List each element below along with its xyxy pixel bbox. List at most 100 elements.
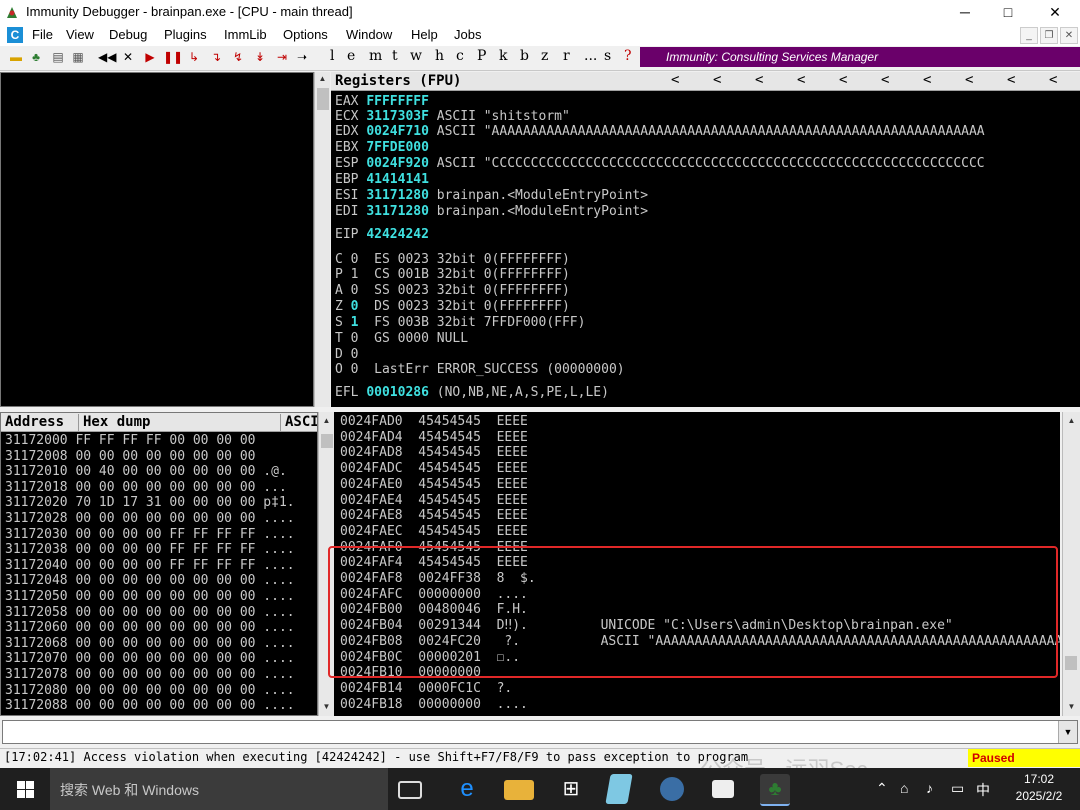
register-row[interactable]: ECX 3117303F ASCII "shitstorm" bbox=[335, 109, 570, 124]
column-ascii[interactable]: ASCI bbox=[281, 414, 317, 431]
trace-over-icon[interactable]: ↡ bbox=[252, 49, 268, 65]
immunity-debugger-taskbar-icon[interactable]: ♣ bbox=[760, 774, 790, 806]
go-to-address-icon[interactable]: ➝ bbox=[294, 49, 310, 65]
restart-icon[interactable]: ◀◀ bbox=[98, 49, 116, 65]
toolbar-breakpoints-button[interactable]: b bbox=[520, 48, 529, 64]
stack-row[interactable]: 0024FB18 00000000 .... bbox=[340, 697, 601, 712]
scroll-down-arrow[interactable]: ▼ bbox=[319, 700, 334, 714]
registers-header[interactable]: Registers (FPU) < < < < < < < < < < bbox=[331, 72, 1080, 91]
scroll-up-arrow[interactable]: ▲ bbox=[1063, 414, 1080, 428]
command-history-dropdown[interactable]: ▼ bbox=[1058, 721, 1077, 743]
toolbar-runtrace-button[interactable]: ... bbox=[584, 48, 597, 64]
hex-dump-pane[interactable]: Address Hex dump ASCI 31172000 FF FF FF … bbox=[0, 412, 318, 716]
mdi-minimize-button[interactable]: _ bbox=[1020, 27, 1038, 44]
file-explorer-icon[interactable] bbox=[504, 780, 534, 800]
toolbar-windows-button[interactable]: w bbox=[410, 48, 422, 64]
scroll-thumb[interactable] bbox=[1065, 656, 1077, 670]
dump-row[interactable]: 31172020 70 1D 17 31 00 00 00 00 p‡1. bbox=[5, 495, 295, 510]
stack-row[interactable]: 0024FAE0 45454545 EEEE bbox=[340, 477, 601, 492]
collapse-arrow-icon[interactable]: < bbox=[797, 72, 805, 88]
step-over-icon[interactable]: ↴ bbox=[208, 49, 224, 65]
dump-row[interactable]: 31172088 00 00 00 00 00 00 00 00 .... bbox=[5, 698, 295, 713]
flag-row[interactable]: Z 0 DS 0023 32bit 0(FFFFFFFF) bbox=[335, 299, 570, 314]
column-address[interactable]: Address bbox=[1, 414, 79, 431]
close-button[interactable]: ✕ bbox=[1032, 0, 1078, 24]
stack-row[interactable]: 0024FAD0 45454545 EEEE bbox=[340, 414, 601, 429]
toolbar-memory-button[interactable]: m bbox=[369, 48, 382, 64]
task-view-icon[interactable] bbox=[398, 781, 422, 799]
register-row[interactable]: ESP 0024F920 ASCII "CCCCCCCCCCCCCCCCCCCC… bbox=[335, 156, 985, 171]
stack-row[interactable]: 0024FAFC 00000000 .... bbox=[340, 587, 601, 602]
stack-row[interactable]: 0024FAD4 45454545 EEEE bbox=[340, 430, 601, 445]
store-icon[interactable]: ⊞ bbox=[556, 774, 586, 804]
flag-row[interactable]: T 0 GS 0000 NULL bbox=[335, 331, 468, 346]
disassembly-scrollbar[interactable]: ▲ bbox=[314, 72, 330, 407]
disassembly-pane[interactable] bbox=[0, 72, 314, 407]
python-icon[interactable] bbox=[660, 777, 684, 801]
toolbar-patches-button[interactable]: P bbox=[477, 48, 486, 64]
menu-debug[interactable]: Debug bbox=[109, 27, 147, 42]
stack-row[interactable]: 0024FB14 0000FC1C ?. bbox=[340, 681, 601, 696]
dump-row[interactable]: 31172008 00 00 00 00 00 00 00 00 bbox=[5, 449, 263, 464]
dump-row[interactable]: 31172050 00 00 00 00 00 00 00 00 .... bbox=[5, 589, 295, 604]
dump-row[interactable]: 31172070 00 00 00 00 00 00 00 00 .... bbox=[5, 651, 295, 666]
stack-pane[interactable]: 0024FAD0 45454545 EEEE 0024FAD4 45454545 … bbox=[334, 412, 1060, 716]
collapse-arrow-icon[interactable]: < bbox=[1049, 72, 1057, 88]
collapse-arrow-icon[interactable]: < bbox=[839, 72, 847, 88]
collapse-arrow-icon[interactable]: < bbox=[1007, 72, 1015, 88]
execute-till-return-icon[interactable]: ⇥ bbox=[274, 49, 290, 65]
app-window-icon[interactable] bbox=[712, 780, 734, 798]
modules-icon[interactable]: ▦ bbox=[70, 49, 86, 65]
dump-row[interactable]: 31172018 00 00 00 00 00 00 00 00 ... bbox=[5, 480, 287, 495]
register-row[interactable]: EDX 0024F710 ASCII "AAAAAAAAAAAAAAAAAAAA… bbox=[335, 124, 985, 139]
volume-icon[interactable]: ♪ bbox=[926, 780, 933, 796]
clock[interactable]: 17:02 2025/2/2 bbox=[1000, 771, 1078, 805]
register-row[interactable]: EBP 41414141 bbox=[335, 172, 437, 187]
stack-row[interactable]: 0024FAD8 45454545 EEEE bbox=[340, 445, 601, 460]
dump-row[interactable]: 31172038 00 00 00 00 FF FF FF FF .... bbox=[5, 542, 295, 557]
run-icon[interactable]: ▶ bbox=[142, 49, 158, 65]
scroll-thumb[interactable] bbox=[321, 434, 333, 448]
registers-pane[interactable]: Registers (FPU) < < < < < < < < < < EAX … bbox=[331, 72, 1080, 407]
toolbar-executables-button[interactable]: e bbox=[347, 48, 355, 64]
flag-row[interactable]: D 0 bbox=[335, 347, 374, 362]
dump-row[interactable]: 31172080 00 00 00 00 00 00 00 00 .... bbox=[5, 683, 295, 698]
stack-row[interactable]: 0024FB0C 00000201 ☐.. bbox=[340, 650, 601, 665]
register-row[interactable]: EBX 7FFDE000 bbox=[335, 140, 437, 155]
stack-row[interactable]: 0024FAEC 45454545 EEEE bbox=[340, 524, 601, 539]
network-icon[interactable]: ⌂ bbox=[900, 780, 908, 796]
collapse-arrow-icon[interactable]: < bbox=[713, 72, 721, 88]
step-into-icon[interactable]: ↳ bbox=[186, 49, 202, 65]
edge-browser-icon[interactable]: e bbox=[452, 774, 482, 804]
register-row[interactable]: EAX FFFFFFFF bbox=[335, 94, 437, 109]
toolbar-handles-button[interactable]: h bbox=[435, 48, 444, 64]
toolbar-source-button[interactable]: s bbox=[604, 48, 611, 64]
dump-row[interactable]: 31172058 00 00 00 00 00 00 00 00 .... bbox=[5, 605, 295, 620]
trace-into-icon[interactable]: ↯ bbox=[230, 49, 246, 65]
log-icon[interactable]: ▤ bbox=[50, 49, 66, 65]
notifications-icon[interactable]: ▭ bbox=[951, 780, 964, 797]
taskbar-search-box[interactable]: 搜索 Web 和 Windows bbox=[50, 768, 388, 810]
menu-file[interactable]: File bbox=[32, 27, 53, 42]
stack-row[interactable]: 0024FAF8 0024FF38 8 $. bbox=[340, 571, 601, 586]
collapse-arrow-icon[interactable]: < bbox=[923, 72, 931, 88]
register-row[interactable]: ESI 31171280 brainpan.<ModuleEntryPoint> bbox=[335, 188, 648, 203]
scroll-up-arrow[interactable]: ▲ bbox=[319, 414, 334, 428]
menu-plugins[interactable]: Plugins bbox=[164, 27, 207, 42]
start-button[interactable] bbox=[0, 768, 50, 810]
collapse-arrow-icon[interactable]: < bbox=[965, 72, 973, 88]
menu-jobs[interactable]: Jobs bbox=[454, 27, 481, 42]
menu-help[interactable]: Help bbox=[411, 27, 438, 42]
flag-row[interactable]: C 0 ES 0023 32bit 0(FFFFFFFF) bbox=[335, 252, 570, 267]
dump-row[interactable]: 31172030 00 00 00 00 FF FF FF FF .... bbox=[5, 527, 295, 542]
flag-row[interactable]: P 1 CS 001B 32bit 0(FFFFFFFF) bbox=[335, 267, 570, 282]
consulting-banner[interactable]: Immunity: Consulting Services Manager bbox=[640, 47, 1080, 67]
toolbar-log-button[interactable]: l bbox=[330, 48, 334, 64]
minimize-button[interactable]: ─ bbox=[942, 0, 988, 24]
collapse-arrow-icon[interactable]: < bbox=[755, 72, 763, 88]
scroll-up-arrow[interactable]: ▲ bbox=[315, 72, 330, 86]
flag-row[interactable]: S 1 FS 003B 32bit 7FFDF000(FFF) bbox=[335, 315, 585, 330]
mdi-restore-button[interactable]: ❐ bbox=[1040, 27, 1058, 44]
toolbar-help-button[interactable]: ? bbox=[624, 48, 632, 64]
stack-row[interactable]: 0024FADC 45454545 EEEE bbox=[340, 461, 601, 476]
